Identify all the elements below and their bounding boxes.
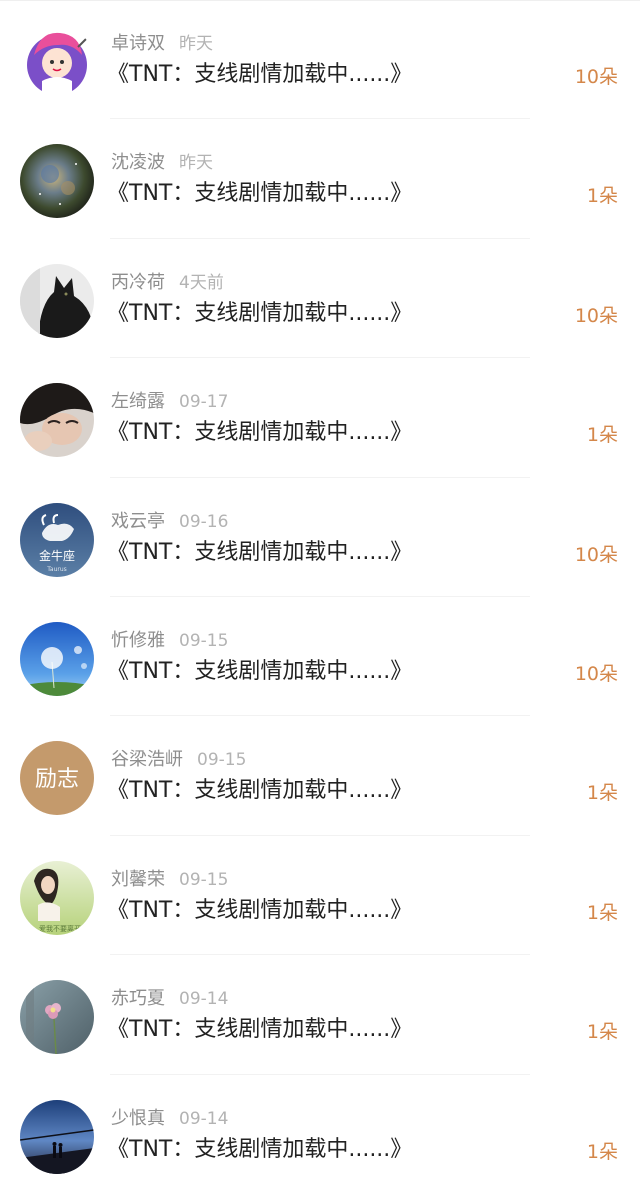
badge-label: 励志 [35,767,79,792]
user-name[interactable]: 丙冷荷 [111,272,165,293]
list-item[interactable]: 卓诗双 昨天 《TNT：支线剧情加载中......》 10朵 [0,0,640,120]
user-name[interactable]: 忻修雅 [111,630,165,651]
message-text[interactable]: 《TNT：支线剧情加载中......》 [107,1135,412,1165]
user-name[interactable]: 卓诗双 [111,33,165,54]
black-cat-avatar[interactable] [20,263,94,338]
message-text[interactable]: 《TNT：支线剧情加载中......》 [107,418,412,448]
timestamp: 09-14 [179,1108,229,1129]
list-item[interactable]: 爱我不要离开 刘馨荣 09-15 《TNT：支线剧情加载中......》 1朵 [0,836,640,956]
flower-count: 1朵 [586,1140,618,1163]
message-text[interactable]: 《TNT：支线剧情加载中......》 [107,179,412,209]
timestamp: 09-17 [179,392,229,413]
timestamp: 09-15 [197,750,247,771]
user-name[interactable]: 赤巧夏 [111,988,165,1009]
message-text[interactable]: 《TNT：支线剧情加载中......》 [107,1015,412,1045]
list-item[interactable]: 赤巧夏 09-14 《TNT：支线剧情加载中......》 1朵 [0,955,640,1075]
timestamp: 昨天 [179,34,213,54]
message-text[interactable]: 《TNT：支线剧情加载中......》 [107,776,412,806]
flower-count: 10朵 [574,304,618,327]
flower-count: 1朵 [586,782,618,805]
flower-count: 1朵 [586,185,618,208]
taurus-label: 金牛座 [39,548,75,563]
user-name[interactable]: 少恨真 [111,1108,165,1129]
timestamp: 09-16 [179,511,229,532]
cartoon-girl-avatar[interactable] [20,25,94,99]
flower-count: 1朵 [586,1021,618,1044]
nebula-avatar[interactable] [20,144,94,219]
girl-garden-avatar[interactable]: 爱我不要离开 [20,860,94,935]
dandelion-sky-avatar[interactable] [20,621,94,696]
flower-count: 10朵 [574,662,618,685]
timestamp: 09-15 [179,869,229,890]
taurus-sub-label: Taurus [46,566,67,573]
flower-count: 1朵 [586,424,618,447]
couple-silhouette-avatar[interactable] [20,1099,94,1174]
message-text[interactable]: 《TNT：支线剧情加载中......》 [107,299,412,329]
flower-count: 1朵 [586,901,618,924]
text-badge-avatar[interactable]: 励志 [20,741,94,816]
girl-face-avatar[interactable] [20,383,94,458]
taurus-avatar[interactable]: 金牛座 Taurus [20,502,94,577]
list-item[interactable]: 少恨真 09-14 《TNT：支线剧情加载中......》 1朵 [0,1075,640,1194]
message-text[interactable]: 《TNT：支线剧情加载中......》 [107,60,412,90]
garden-label: 爱我不要离开 [39,924,81,933]
user-name[interactable]: 戏云亭 [111,511,165,532]
flower-gift-list: 卓诗双 昨天 《TNT：支线剧情加载中......》 10朵 沈凌波 昨天 《T… [0,0,640,1194]
timestamp: 09-14 [179,989,229,1010]
message-text[interactable]: 《TNT：支线剧情加载中......》 [107,657,412,687]
timestamp: 09-15 [179,630,229,651]
list-item[interactable]: 金牛座 Taurus 戏云亭 09-16 《TNT：支线剧情加载中......》 … [0,478,640,597]
timestamp: 昨天 [179,153,213,174]
timestamp: 4天前 [179,272,224,293]
list-item[interactable]: 励志 谷梁浩岍 09-15 《TNT：支线剧情加载中......》 1朵 [0,716,640,836]
list-item[interactable]: 忻修雅 09-15 《TNT：支线剧情加载中......》 10朵 [0,597,640,717]
list-item[interactable]: 左绮露 09-17 《TNT：支线剧情加载中......》 1朵 [0,358,640,478]
user-name[interactable]: 谷梁浩岍 [111,749,183,770]
flower-avatar[interactable] [20,980,94,1055]
list-item[interactable]: 丙冷荷 4天前 《TNT：支线剧情加载中......》 10朵 [0,239,640,359]
list-item[interactable]: 沈凌波 昨天 《TNT：支线剧情加载中......》 1朵 [0,119,640,239]
user-name[interactable]: 沈凌波 [111,152,165,173]
user-name[interactable]: 左绮露 [111,391,165,412]
flower-count: 10朵 [574,543,618,566]
user-name[interactable]: 刘馨荣 [111,869,165,890]
message-text[interactable]: 《TNT：支线剧情加载中......》 [107,538,412,568]
message-text[interactable]: 《TNT：支线剧情加载中......》 [107,896,412,926]
flower-count: 10朵 [574,66,618,88]
